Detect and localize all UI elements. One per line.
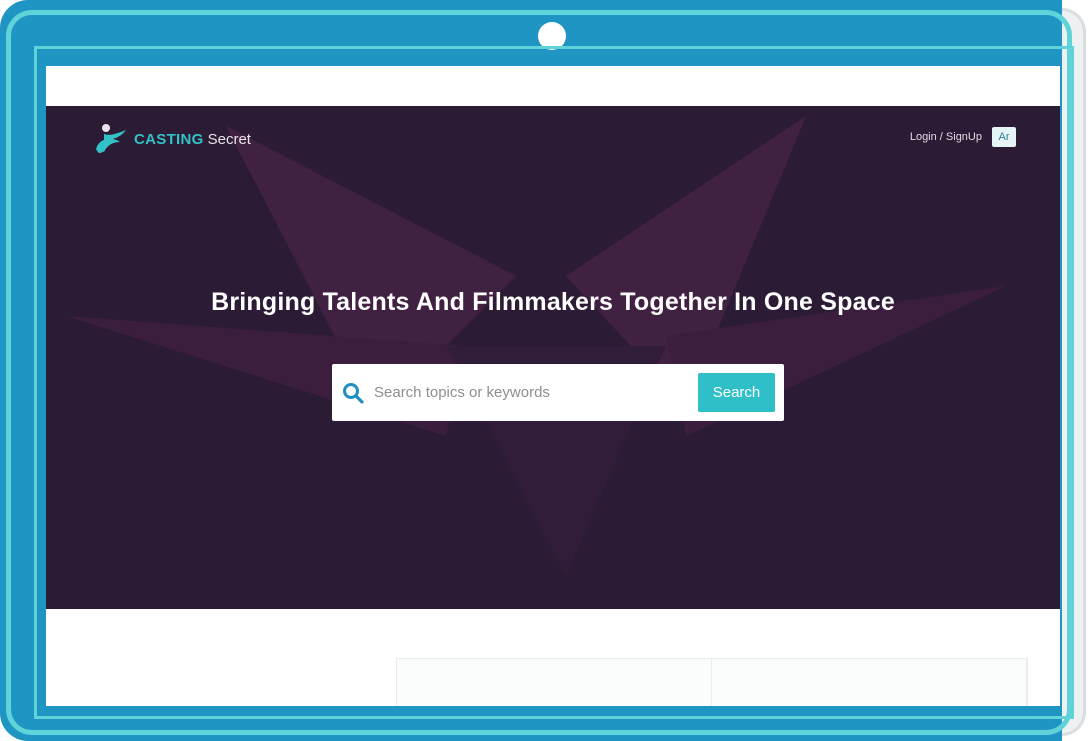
search-input[interactable] xyxy=(372,383,698,402)
top-navbar: CASTING Secret Login / SignUp Ar xyxy=(46,106,1060,168)
brand-logo[interactable]: CASTING Secret xyxy=(90,120,251,158)
hero-section: CASTING Secret Login / SignUp Ar Bringin… xyxy=(46,106,1060,609)
content-cards-placeholder xyxy=(396,658,1028,706)
casting-secret-logo-icon xyxy=(96,124,126,153)
content-card xyxy=(397,659,712,706)
search-bar: Search xyxy=(332,364,784,421)
search-icon xyxy=(343,382,364,404)
hero-headline: Bringing Talents And Filmmakers Together… xyxy=(211,288,895,316)
stage-light-beams xyxy=(66,116,1006,576)
login-signup-link[interactable]: Login / SignUp xyxy=(910,131,982,143)
search-button[interactable]: Search xyxy=(698,373,775,412)
content-card xyxy=(712,659,1027,706)
tablet-screen: CASTING Secret Login / SignUp Ar Bringin… xyxy=(46,66,1060,706)
camera-icon xyxy=(538,22,566,50)
brand-name-secondary: Secret xyxy=(207,130,251,148)
brand-name-primary: CASTING xyxy=(134,130,204,148)
language-toggle-button[interactable]: Ar xyxy=(992,127,1016,147)
nav-actions: Login / SignUp Ar xyxy=(910,127,1016,147)
